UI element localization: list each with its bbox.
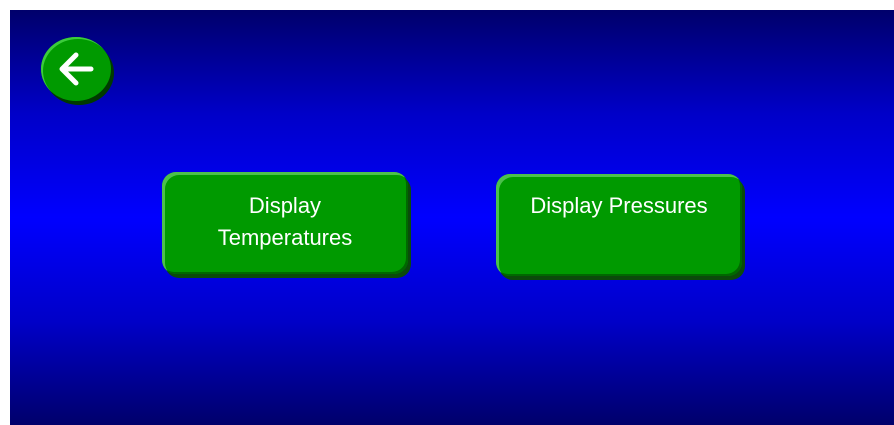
display-pressures-button[interactable]: Display Pressures	[496, 174, 742, 276]
back-button[interactable]	[41, 37, 111, 101]
display-temperatures-label: Display Temperatures	[217, 193, 353, 250]
arrow-left-icon	[59, 52, 94, 86]
main-screen: Display Temperatures Display Pressures	[10, 10, 894, 425]
display-pressures-label: Display Pressures	[530, 193, 708, 218]
display-temperatures-button[interactable]: Display Temperatures	[162, 172, 408, 274]
